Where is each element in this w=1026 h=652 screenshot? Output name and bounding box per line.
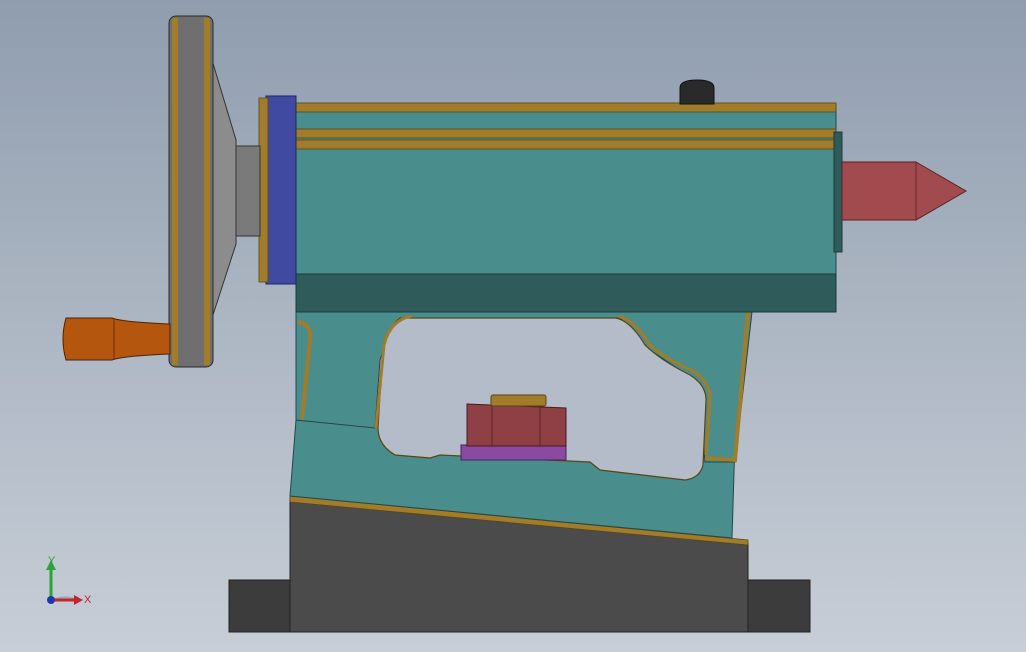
barrel-underside — [295, 273, 837, 313]
handwheel-band-right — [204, 18, 210, 365]
lock-knob[interactable] — [679, 79, 715, 105]
nut — [466, 403, 567, 447]
barrel-strip-3 — [295, 139, 837, 150]
base-foot-left — [228, 579, 292, 633]
handwheel-band-left — [172, 18, 178, 365]
crank-handle[interactable] — [62, 317, 171, 361]
barrel-strip-1 — [295, 102, 837, 113]
y-axis-label: Y — [48, 555, 56, 567]
coordinate-triad: Y X — [46, 555, 92, 606]
center-body — [841, 161, 917, 221]
x-axis-label: X — [84, 594, 92, 606]
tailstock-model[interactable] — [0, 0, 1026, 652]
washer — [460, 444, 567, 461]
x-axis-head — [74, 595, 83, 605]
flange — [265, 95, 297, 285]
hub-cone — [211, 59, 237, 319]
shaft — [233, 145, 261, 237]
stud-top — [490, 394, 547, 407]
z-axis-origin — [47, 596, 55, 604]
center-point — [915, 161, 967, 221]
barrel-strip-2 — [295, 128, 837, 139]
base-foot-right — [747, 579, 811, 633]
barrel-end-cap — [833, 131, 843, 253]
graphics-viewport[interactable]: Y X — [0, 0, 1026, 652]
